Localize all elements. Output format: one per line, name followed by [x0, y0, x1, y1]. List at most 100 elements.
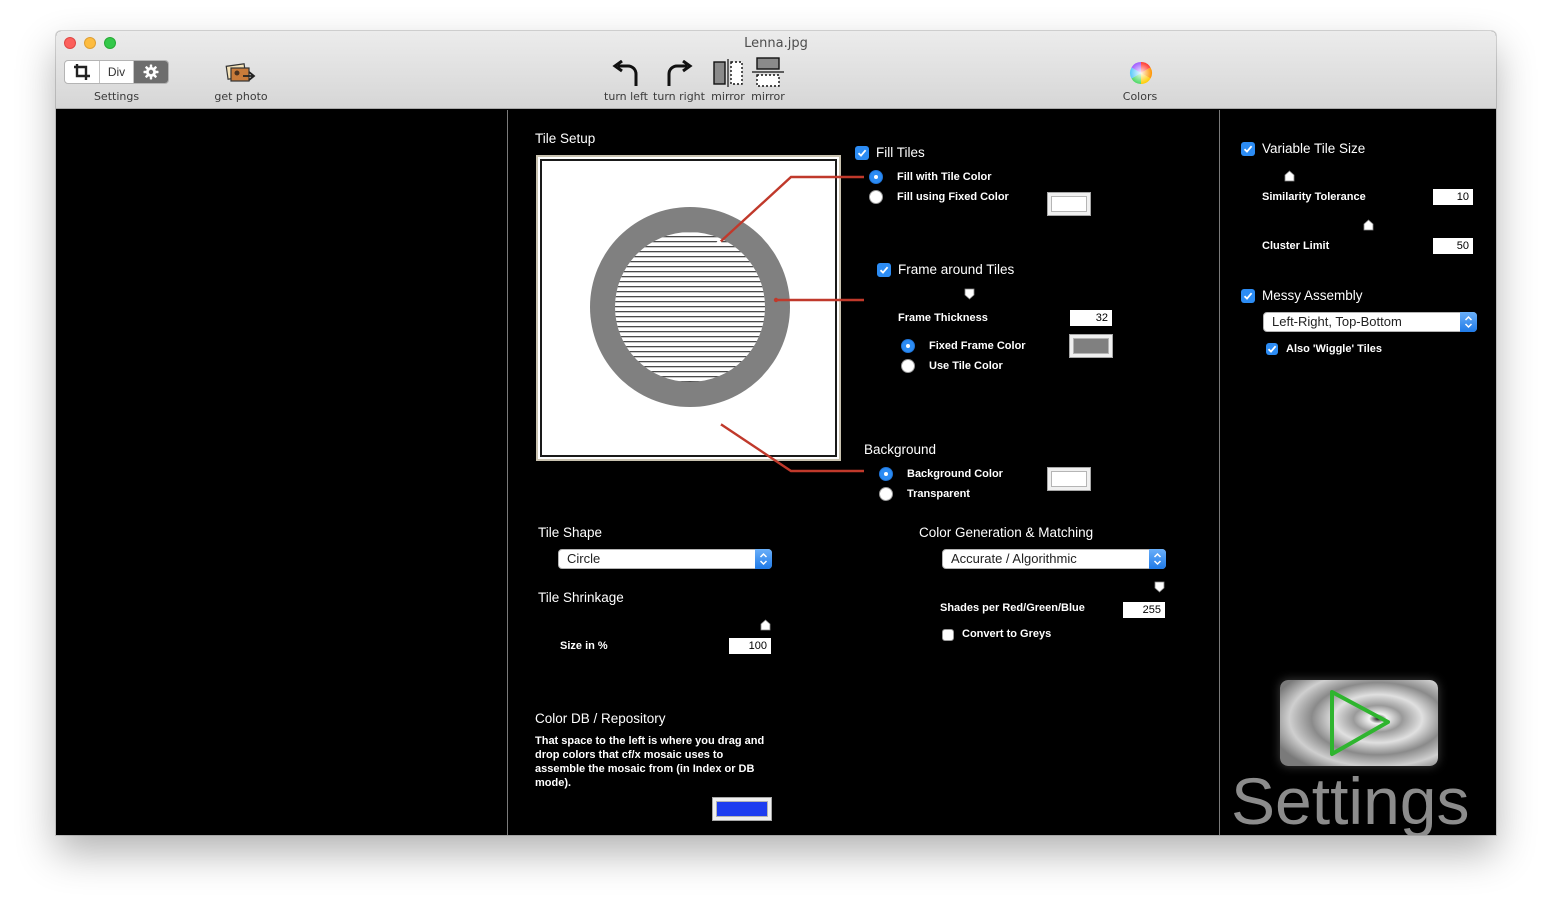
color-db-description-line2: drop colors that cf/x mosaic uses to: [535, 749, 724, 761]
fixed-frame-color-radio[interactable]: [901, 339, 915, 353]
cluster-limit-label: Cluster Limit: [1262, 240, 1330, 252]
color-generation-title: Color Generation & Matching: [919, 525, 1094, 540]
tile-shape-title: Tile Shape: [538, 525, 603, 540]
crop-mode-button[interactable]: [65, 61, 100, 83]
tile-setup-title: Tile Setup: [535, 131, 596, 146]
generate-mosaic-button[interactable]: [1280, 680, 1438, 766]
color-db-description-line1: That space to the left is where you drag…: [535, 735, 765, 747]
shades-slider-knob[interactable]: [1154, 581, 1165, 593]
assembly-order-popup[interactable]: Left-Right, Top-Bottom: [1263, 312, 1477, 332]
rotate-left-icon: [612, 60, 638, 86]
background-color-radio[interactable]: [879, 467, 893, 481]
mirror-horizontal-label: mirror: [711, 90, 745, 103]
mirror-vertical-label: mirror: [751, 90, 785, 103]
mirror-vertical-button[interactable]: [752, 57, 784, 87]
popup-arrows-icon: [1460, 312, 1477, 332]
use-tile-color-label: Use Tile Color: [929, 360, 1003, 372]
cluster-limit-field[interactable]: 50: [1433, 238, 1473, 254]
fill-with-tile-color-radio[interactable]: [869, 170, 883, 184]
checkmark-icon: [879, 266, 889, 274]
settings-mode-button[interactable]: [134, 61, 168, 83]
wiggle-tiles-checkbox[interactable]: [1266, 343, 1278, 355]
color-db-color-well[interactable]: [712, 797, 772, 821]
colors-label: Colors: [1122, 90, 1158, 103]
turn-left-button[interactable]: [611, 60, 641, 88]
app-window: Lenna.jpg Div Settings get photo turn le…: [56, 31, 1496, 835]
fill-fixed-color-radio[interactable]: [869, 190, 883, 204]
gear-icon: [143, 64, 159, 80]
get-photo-label: get photo: [214, 90, 268, 103]
mirror-horizontal-button[interactable]: [712, 59, 744, 87]
shades-field[interactable]: 255: [1123, 602, 1165, 618]
fill-tiles-label: Fill Tiles: [876, 145, 925, 160]
window-title: Lenna.jpg: [744, 36, 808, 51]
fill-fixed-color-label: Fill using Fixed Color: [897, 191, 1009, 203]
frame-around-tiles-checkbox[interactable]: [877, 263, 891, 277]
settings-tool-label: Settings: [93, 90, 140, 103]
messy-assembly-label: Messy Assembly: [1262, 288, 1363, 303]
fill-tiles-checkbox[interactable]: [855, 146, 869, 160]
color-generation-popup[interactable]: Accurate / Algorithmic: [942, 549, 1166, 569]
tile-shape-selected: Circle: [567, 551, 601, 566]
frame-thickness-field[interactable]: 32: [1070, 310, 1112, 326]
similarity-tolerance-field[interactable]: 10: [1433, 189, 1473, 205]
popup-arrows-icon: [1149, 549, 1166, 569]
titlebar: Lenna.jpg Div Settings get photo turn le…: [56, 31, 1496, 109]
view-mode-segmented-control[interactable]: Div: [64, 60, 169, 84]
assembly-order-selected: Left-Right, Top-Bottom: [1272, 314, 1402, 329]
cluster-limit-slider-knob[interactable]: [1363, 219, 1374, 231]
convert-greys-checkbox[interactable]: [942, 629, 954, 641]
play-icon: [1280, 680, 1438, 766]
mirror-vertical-icon: [752, 57, 784, 87]
photo-import-icon: [225, 63, 256, 82]
checkmark-icon: [857, 149, 867, 157]
color-db-description-line4: mode).: [535, 777, 572, 789]
color-wheel-icon: [1130, 62, 1152, 84]
color-generation-selected: Accurate / Algorithmic: [951, 551, 1077, 566]
turn-right-label: turn right: [653, 90, 705, 103]
use-tile-color-radio[interactable]: [901, 359, 915, 373]
callout-lines: [716, 175, 864, 473]
shades-label: Shades per Red/Green/Blue: [940, 602, 1085, 614]
background-color-label: Background Color: [907, 468, 1003, 480]
fill-color-well[interactable]: [1047, 192, 1091, 216]
settings-mode-caption: Settings: [1231, 764, 1470, 835]
mirror-horizontal-icon: [713, 59, 743, 87]
fixed-frame-color-label: Fixed Frame Color: [929, 340, 1026, 352]
colors-button[interactable]: [1129, 61, 1153, 85]
size-percent-label: Size in %: [560, 640, 608, 652]
color-db-description-line3: assemble the mosaic from (in Index or DB: [535, 763, 755, 775]
tile-size-slider-knob[interactable]: [760, 619, 771, 631]
wiggle-tiles-label: Also 'Wiggle' Tiles: [1286, 343, 1383, 355]
frame-thickness-slider-knob[interactable]: [964, 288, 975, 300]
frame-thickness-label: Frame Thickness: [898, 312, 988, 324]
checkmark-icon: [1267, 345, 1277, 353]
transparent-label: Transparent: [907, 488, 970, 500]
turn-left-label: turn left: [604, 90, 648, 103]
convert-greys-label: Convert to Greys: [962, 628, 1052, 640]
div-mode-button[interactable]: Div: [100, 61, 135, 83]
similarity-tolerance-label: Similarity Tolerance: [1262, 191, 1366, 203]
background-color-well[interactable]: [1047, 467, 1091, 491]
frame-around-tiles-label: Frame around Tiles: [898, 262, 1015, 277]
transparent-radio[interactable]: [879, 487, 893, 501]
tile-shrinkage-title: Tile Shrinkage: [538, 590, 624, 605]
messy-assembly-checkbox[interactable]: [1241, 289, 1255, 303]
checkmark-icon: [1243, 145, 1253, 153]
color-db-drop-area[interactable]: [56, 110, 507, 835]
similarity-slider-knob[interactable]: [1284, 170, 1295, 182]
popup-arrows-icon: [755, 549, 772, 569]
crop-icon: [73, 64, 90, 80]
rotate-right-icon: [667, 60, 693, 86]
variable-tile-size-label: Variable Tile Size: [1262, 141, 1366, 156]
color-db-title: Color DB / Repository: [535, 711, 666, 726]
get-photo-button[interactable]: [225, 62, 257, 86]
turn-right-button[interactable]: [664, 60, 694, 88]
tile-shape-popup[interactable]: Circle: [558, 549, 772, 569]
checkmark-icon: [1243, 292, 1253, 300]
background-title: Background: [864, 442, 937, 457]
frame-color-well[interactable]: [1069, 334, 1113, 358]
fill-with-tile-color-label: Fill with Tile Color: [897, 171, 992, 183]
variable-tile-size-checkbox[interactable]: [1241, 142, 1255, 156]
size-percent-field[interactable]: 100: [729, 638, 771, 654]
